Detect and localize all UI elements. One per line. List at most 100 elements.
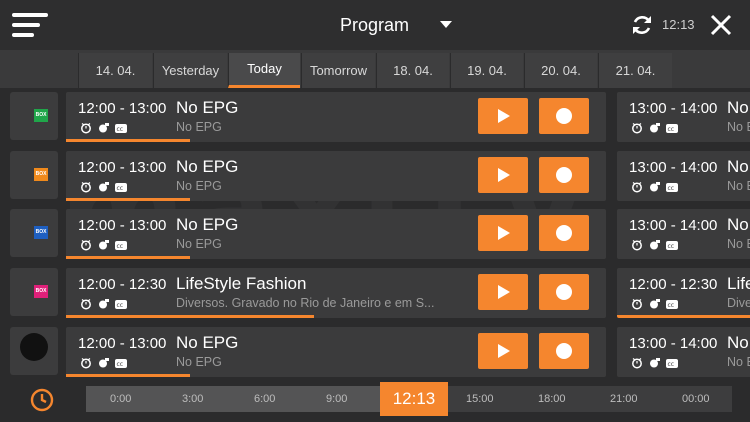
record-button[interactable]	[539, 157, 589, 193]
record-button[interactable]	[539, 333, 589, 369]
chevron-down-icon[interactable]	[440, 21, 452, 28]
program-title: No EPG	[176, 333, 239, 352]
program-subtitle: No EPG	[727, 179, 750, 193]
record-button[interactable]	[539, 274, 589, 310]
channel-logo[interactable]	[10, 327, 58, 375]
program-progress	[66, 256, 191, 259]
program-card-next[interactable]: 13:00 - 14:00 No EPG No EPG cc	[617, 327, 750, 377]
channel-logo[interactable]: BOX	[10, 268, 58, 316]
program-title: No EPG	[727, 157, 750, 176]
page-title[interactable]: Program	[340, 15, 409, 36]
channel-row: BOX 12:00 - 12:30 LifeStyle Fashion Diverso…	[0, 268, 750, 320]
program-card-next[interactable]: 12:00 - 12:30 LifeStyle Fashion Diversos. …	[617, 268, 750, 318]
date-tab[interactable]: 18. 04.	[376, 53, 449, 88]
program-time: 12:00 - 12:30	[629, 276, 718, 293]
program-card-current[interactable]: 12:00 - 13:00 No EPG No EPG cc	[66, 327, 606, 377]
program-subtitle: No EPG	[176, 237, 222, 251]
program-feature-icons: cc	[80, 121, 132, 134]
close-icon[interactable]	[709, 13, 733, 37]
svg-text:cc: cc	[117, 302, 124, 309]
program-subtitle: No EPG	[727, 237, 750, 251]
timeline-tick: 6:00	[254, 393, 276, 405]
svg-text:cc: cc	[668, 243, 675, 250]
program-feature-icons: cc	[80, 297, 132, 310]
program-time: 12:00 - 13:00	[78, 217, 167, 234]
program-card-current[interactable]: 12:00 - 13:00 No EPG No EPG cc	[66, 209, 606, 259]
program-card-next[interactable]: 13:00 - 14:00 No EPG No EPG cc	[617, 92, 750, 142]
timeline-tick: 21:00	[610, 393, 638, 405]
play-button[interactable]	[478, 215, 528, 251]
program-card-current[interactable]: 12:00 - 13:00 No EPG No EPG cc	[66, 151, 606, 201]
channel-logo-mark	[20, 333, 48, 361]
date-tab[interactable]: 21. 04.	[598, 53, 672, 88]
channel-logo-mark: BOX	[20, 109, 48, 122]
program-time: 13:00 - 14:00	[629, 100, 718, 117]
svg-text:cc: cc	[668, 126, 675, 133]
channel-logo[interactable]: BOX	[10, 209, 58, 257]
program-card-next[interactable]: 13:00 - 14:00 No EPG No EPG cc	[617, 151, 750, 201]
timeline-tick: 18:00	[538, 393, 566, 405]
date-tabs: 14. 04. Yesterday Today Tomorrow 18. 04.…	[0, 50, 750, 88]
date-tab[interactable]: 20. 04.	[524, 53, 597, 88]
svg-text:cc: cc	[117, 185, 124, 192]
channel-logo[interactable]: BOX	[10, 151, 58, 199]
program-title: No EPG	[727, 333, 750, 352]
date-tab[interactable]: 14. 04.	[78, 53, 152, 88]
timeline-tick: 9:00	[326, 393, 348, 405]
program-feature-icons: cc	[631, 238, 683, 251]
program-time: 13:00 - 14:00	[629, 335, 718, 352]
top-bar: Program 12:13	[0, 0, 750, 50]
program-feature-icons: cc	[80, 356, 132, 369]
channel-logo[interactable]: BOX	[10, 92, 58, 140]
timeline-bar: 0:00 3:00 6:00 9:00 12:13 15:00 18:00 21…	[0, 378, 750, 422]
channel-logo-mark: BOX	[20, 168, 48, 181]
program-card-next[interactable]: 13:00 - 14:00 No EPG No EPG cc	[617, 209, 750, 259]
date-tab-active[interactable]: Today	[228, 53, 300, 88]
date-tab[interactable]: Tomorrow	[301, 53, 375, 88]
program-subtitle: Diversos. Gravado no Rio de Janeiro e em…	[176, 296, 435, 310]
date-tab[interactable]: 19. 04.	[450, 53, 523, 88]
program-time: 13:00 - 14:00	[629, 217, 718, 234]
program-title: No EPG	[176, 215, 239, 234]
play-button[interactable]	[478, 98, 528, 134]
clock-icon[interactable]	[30, 388, 54, 412]
date-tab[interactable]: Yesterday	[153, 53, 227, 88]
svg-text:cc: cc	[668, 361, 675, 368]
program-feature-icons: cc	[631, 121, 683, 134]
program-title: No EPG	[176, 98, 239, 117]
program-feature-icons: cc	[80, 238, 132, 251]
menu-icon[interactable]	[12, 12, 48, 38]
svg-text:cc: cc	[117, 126, 124, 133]
channel-logo-mark: BOX	[20, 226, 48, 239]
program-time: 12:00 - 13:00	[78, 100, 167, 117]
program-feature-icons: cc	[631, 356, 683, 369]
program-time: 13:00 - 14:00	[629, 159, 718, 176]
program-card-current[interactable]: 12:00 - 13:00 No EPG No EPG cc	[66, 92, 606, 142]
play-button[interactable]	[478, 157, 528, 193]
record-button[interactable]	[539, 215, 589, 251]
record-button[interactable]	[539, 98, 589, 134]
play-button[interactable]	[478, 274, 528, 310]
channel-logo-mark: BOX	[20, 285, 48, 298]
program-feature-icons: cc	[631, 180, 683, 193]
program-feature-icons: cc	[80, 180, 132, 193]
play-button[interactable]	[478, 333, 528, 369]
program-time: 12:00 - 13:00	[78, 159, 167, 176]
current-time: 12:13	[662, 17, 695, 32]
timeline-tick: 00:00	[682, 393, 710, 405]
svg-text:cc: cc	[668, 302, 675, 309]
program-progress	[66, 198, 191, 201]
program-progress	[66, 374, 191, 377]
program-progress	[66, 139, 191, 142]
svg-text:cc: cc	[117, 243, 124, 250]
program-time: 12:00 - 13:00	[78, 335, 167, 352]
refresh-icon[interactable]	[630, 13, 654, 37]
program-card-current[interactable]: 12:00 - 12:30 LifeStyle Fashion Diversos. …	[66, 268, 606, 318]
program-title: LifeStyle Fashion	[176, 274, 307, 293]
timeline-now-marker[interactable]: 12:13	[380, 382, 448, 416]
program-subtitle: No EPG	[727, 355, 750, 369]
channel-row: BOX 12:00 - 13:00 No EPG No EPG cc 13:00 - 14…	[0, 92, 750, 144]
program-title: No EPG	[727, 98, 750, 117]
timeline-tick: 3:00	[182, 393, 204, 405]
channel-row: BOX 12:00 - 13:00 No EPG No EPG cc 13:00 - 14…	[0, 209, 750, 261]
